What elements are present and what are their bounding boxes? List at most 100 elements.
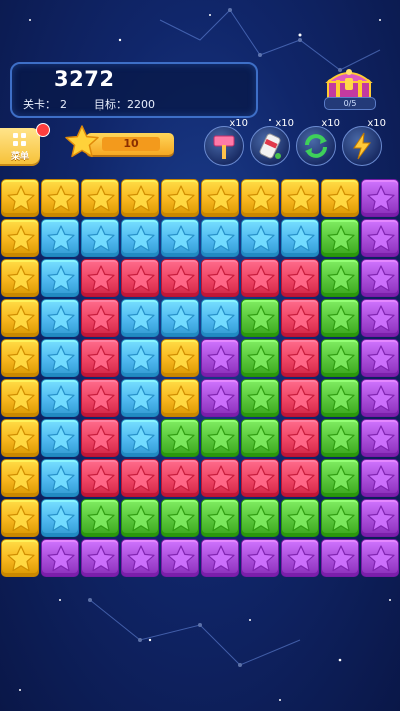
tile-blue[interactable] xyxy=(81,219,119,257)
paint-powerup-button[interactable] xyxy=(250,126,290,166)
tile-blue[interactable] xyxy=(161,219,199,257)
tile-purple[interactable] xyxy=(361,539,399,577)
tile-purple[interactable] xyxy=(201,539,239,577)
tile-blue[interactable] xyxy=(121,379,159,417)
tile-green[interactable] xyxy=(321,499,359,537)
tile-red[interactable] xyxy=(81,259,119,297)
tile-yellow[interactable] xyxy=(41,179,79,217)
tile-red[interactable] xyxy=(81,339,119,377)
tile-blue[interactable] xyxy=(41,259,79,297)
tile-yellow[interactable] xyxy=(1,219,39,257)
tile-green[interactable] xyxy=(201,499,239,537)
tile-green[interactable] xyxy=(321,259,359,297)
tile-blue[interactable] xyxy=(41,419,79,457)
tile-blue[interactable] xyxy=(241,219,279,257)
tile-yellow[interactable] xyxy=(1,179,39,217)
tile-red[interactable] xyxy=(281,339,319,377)
tile-purple[interactable] xyxy=(361,259,399,297)
tile-blue[interactable] xyxy=(41,459,79,497)
tile-yellow[interactable] xyxy=(1,339,39,377)
tile-yellow[interactable] xyxy=(1,419,39,457)
tile-blue[interactable] xyxy=(161,299,199,337)
tile-yellow[interactable] xyxy=(1,459,39,497)
tile-red[interactable] xyxy=(81,299,119,337)
tile-red[interactable] xyxy=(121,259,159,297)
tile-yellow[interactable] xyxy=(201,179,239,217)
tile-yellow[interactable] xyxy=(121,179,159,217)
lightning-powerup-button[interactable] xyxy=(342,126,382,166)
tile-yellow[interactable] xyxy=(161,179,199,217)
tile-green[interactable] xyxy=(81,499,119,537)
tile-yellow[interactable] xyxy=(81,179,119,217)
tile-green[interactable] xyxy=(201,419,239,457)
tile-blue[interactable] xyxy=(41,499,79,537)
tile-yellow[interactable] xyxy=(161,379,199,417)
tile-purple[interactable] xyxy=(121,539,159,577)
tile-red[interactable] xyxy=(281,299,319,337)
tile-green[interactable] xyxy=(121,499,159,537)
tile-purple[interactable] xyxy=(281,539,319,577)
tile-blue[interactable] xyxy=(41,219,79,257)
tile-blue[interactable] xyxy=(121,419,159,457)
tile-yellow[interactable] xyxy=(281,179,319,217)
tile-purple[interactable] xyxy=(161,539,199,577)
tile-yellow[interactable] xyxy=(1,299,39,337)
tile-purple[interactable] xyxy=(321,539,359,577)
tile-red[interactable] xyxy=(121,459,159,497)
tile-blue[interactable] xyxy=(121,219,159,257)
tile-red[interactable] xyxy=(281,419,319,457)
tile-red[interactable] xyxy=(281,259,319,297)
tile-green[interactable] xyxy=(321,419,359,457)
tile-red[interactable] xyxy=(81,459,119,497)
tile-yellow[interactable] xyxy=(1,539,39,577)
tile-purple[interactable] xyxy=(41,539,79,577)
tile-purple[interactable] xyxy=(361,339,399,377)
tile-green[interactable] xyxy=(241,499,279,537)
tile-red[interactable] xyxy=(161,459,199,497)
tile-red[interactable] xyxy=(201,459,239,497)
tile-purple[interactable] xyxy=(81,539,119,577)
tile-blue[interactable] xyxy=(41,299,79,337)
tile-green[interactable] xyxy=(241,379,279,417)
tile-blue[interactable] xyxy=(121,339,159,377)
tile-green[interactable] xyxy=(161,419,199,457)
tile-purple[interactable] xyxy=(361,419,399,457)
tile-purple[interactable] xyxy=(201,339,239,377)
tile-green[interactable] xyxy=(241,339,279,377)
tile-purple[interactable] xyxy=(361,499,399,537)
tile-red[interactable] xyxy=(201,259,239,297)
tile-blue[interactable] xyxy=(281,219,319,257)
tile-yellow[interactable] xyxy=(241,179,279,217)
tile-red[interactable] xyxy=(241,459,279,497)
tile-green[interactable] xyxy=(161,499,199,537)
tile-red[interactable] xyxy=(81,379,119,417)
tile-green[interactable] xyxy=(281,499,319,537)
tile-green[interactable] xyxy=(241,299,279,337)
menu-button[interactable]: 菜单 xyxy=(0,128,40,164)
tile-red[interactable] xyxy=(281,379,319,417)
tile-purple[interactable] xyxy=(361,379,399,417)
tile-green[interactable] xyxy=(321,379,359,417)
tile-red[interactable] xyxy=(161,259,199,297)
refresh-powerup-button[interactable] xyxy=(296,126,336,166)
tile-blue[interactable] xyxy=(41,379,79,417)
tile-purple[interactable] xyxy=(361,299,399,337)
tile-green[interactable] xyxy=(321,299,359,337)
tile-purple[interactable] xyxy=(201,379,239,417)
tile-yellow[interactable] xyxy=(321,179,359,217)
tile-yellow[interactable] xyxy=(1,499,39,537)
tile-blue[interactable] xyxy=(41,339,79,377)
tile-purple[interactable] xyxy=(361,219,399,257)
tile-purple[interactable] xyxy=(361,459,399,497)
tile-purple[interactable] xyxy=(241,539,279,577)
tile-green[interactable] xyxy=(321,459,359,497)
tile-blue[interactable] xyxy=(201,299,239,337)
hammer-powerup-button[interactable] xyxy=(204,126,244,166)
tile-red[interactable] xyxy=(281,459,319,497)
tile-green[interactable] xyxy=(321,339,359,377)
tile-yellow[interactable] xyxy=(1,379,39,417)
tile-blue[interactable] xyxy=(201,219,239,257)
tile-yellow[interactable] xyxy=(161,339,199,377)
tile-red[interactable] xyxy=(241,259,279,297)
tile-yellow[interactable] xyxy=(1,259,39,297)
